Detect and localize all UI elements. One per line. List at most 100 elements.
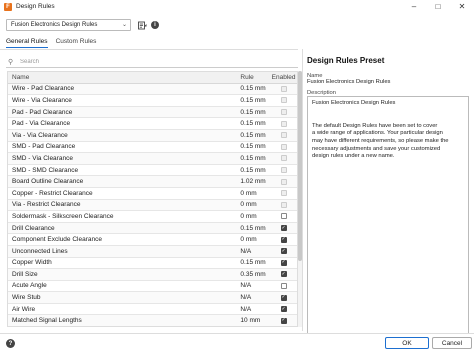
tab-general-rules[interactable]: General Rules xyxy=(6,38,48,48)
enabled-checkbox[interactable]: ✓ xyxy=(280,236,287,243)
enabled-checkbox xyxy=(280,109,287,116)
rule-name: Matched Signal Lengths xyxy=(12,317,82,325)
rule-value[interactable]: 0.15 mm xyxy=(238,85,270,92)
table-row[interactable]: Air Wire N/A ✓ xyxy=(8,304,297,316)
table-row[interactable]: Drill Size 0.35 mm ✓ xyxy=(8,269,297,281)
search-icon: ⚲ xyxy=(8,58,14,66)
enabled-checkbox[interactable]: ✓ xyxy=(280,225,287,232)
maximize-icon[interactable]: □ xyxy=(426,0,450,13)
enabled-checkbox[interactable] xyxy=(280,282,287,289)
enabled-cell: ✓ xyxy=(270,294,297,301)
rule-value[interactable]: 0 mm xyxy=(238,236,270,243)
rule-value[interactable]: 0 mm xyxy=(238,201,270,208)
enabled-checkbox xyxy=(280,178,287,185)
ok-button[interactable]: OK xyxy=(385,337,429,349)
table-row[interactable]: Copper Width 0.15 mm ✓ xyxy=(8,258,297,270)
table-row[interactable]: SMD - SMD Clearance 0.15 mm xyxy=(8,165,297,177)
enabled-checkbox[interactable]: ✓ xyxy=(280,271,287,278)
rule-value[interactable]: 0.15 mm xyxy=(238,109,270,116)
preset-manage-icon[interactable] xyxy=(137,20,147,30)
table-row[interactable]: Acute Angle N/A xyxy=(8,281,297,293)
enabled-cell: ✓ xyxy=(270,225,297,232)
table-row[interactable]: SMD - Via Clearance 0.15 mm xyxy=(8,153,297,165)
rule-value[interactable]: 0 mm xyxy=(238,190,270,197)
rule-name: Copper Width xyxy=(12,259,52,267)
cancel-button[interactable]: Cancel xyxy=(432,337,472,349)
column-header-enabled[interactable]: Enabled xyxy=(270,74,297,81)
rule-value[interactable]: 0.15 mm xyxy=(238,120,270,127)
enabled-cell: ✓ xyxy=(270,259,297,266)
dialog-footer: ? OK Cancel xyxy=(0,333,474,353)
enabled-checkbox[interactable]: ✓ xyxy=(280,317,287,324)
enabled-cell xyxy=(270,97,297,104)
rules-table: Name Rule Enabled Wire - Pad Clearance 0.… xyxy=(7,71,298,327)
enabled-checkbox xyxy=(280,97,287,104)
table-row[interactable]: Via - Via Clearance 0.15 mm xyxy=(8,129,297,142)
enabled-checkbox[interactable]: ✓ xyxy=(280,306,287,313)
enabled-checkbox xyxy=(280,155,287,162)
column-header-rule[interactable]: Rule xyxy=(238,74,270,81)
table-row[interactable]: Drill Clearance 0.15 mm ✓ xyxy=(8,222,297,235)
enabled-checkbox[interactable]: ✓ xyxy=(280,259,287,266)
table-row[interactable]: Copper - Restrict Clearance 0 mm xyxy=(8,188,297,200)
rule-name: Pad - Pad Clearance xyxy=(12,108,73,116)
rule-value[interactable]: N/A xyxy=(238,248,270,255)
table-row[interactable]: Wire - Pad Clearance 0.15 mm xyxy=(8,83,297,96)
rule-value[interactable]: 0.15 mm xyxy=(238,167,270,174)
table-row[interactable]: Via - Restrict Clearance 0 mm xyxy=(8,199,297,212)
rule-value[interactable]: 0.15 mm xyxy=(238,225,270,232)
rule-value[interactable]: 0.15 mm xyxy=(238,143,270,150)
info-icon[interactable]: i xyxy=(151,21,159,29)
preset-dropdown[interactable]: Fusion Electronics Design Rules ⌄ xyxy=(6,19,131,31)
table-row[interactable]: Pad - Via Clearance 0.15 mm xyxy=(8,118,297,130)
table-row[interactable]: Board Outline Clearance 1.02 mm xyxy=(8,176,297,188)
table-row[interactable]: Soldermask - Silkscreen Clearance 0 mm xyxy=(8,211,297,223)
table-row[interactable]: Wire - Via Clearance 0.15 mm xyxy=(8,95,297,107)
search-input[interactable] xyxy=(20,58,270,65)
rule-name: Board Outline Clearance xyxy=(12,178,84,186)
rule-name: SMD - Via Clearance xyxy=(12,154,73,162)
app-icon: F xyxy=(4,2,12,11)
rule-value[interactable]: N/A xyxy=(238,294,270,301)
minimize-icon[interactable]: – xyxy=(402,0,426,13)
help-icon[interactable]: ? xyxy=(6,339,15,348)
window-controls: – □ ✕ xyxy=(402,0,474,13)
table-row[interactable]: Unconnected Lines N/A ✓ xyxy=(8,245,297,258)
tab-custom-rules[interactable]: Custom Rules xyxy=(56,38,97,48)
rule-value[interactable]: 0.15 mm xyxy=(238,132,270,139)
enabled-cell: ✓ xyxy=(270,317,297,324)
rule-value[interactable]: 0.15 mm xyxy=(238,97,270,104)
enabled-checkbox[interactable] xyxy=(280,213,287,220)
close-icon[interactable]: ✕ xyxy=(450,0,474,13)
rule-name: Wire - Via Clearance xyxy=(12,96,72,104)
description-textarea[interactable]: Fusion Electronics Design Rules The defa… xyxy=(307,96,469,352)
table-row[interactable]: Matched Signal Lengths 10 mm ✓ xyxy=(8,315,297,326)
title-bar: F Design Rules – □ ✕ xyxy=(0,0,474,13)
rule-value[interactable]: 10 mm xyxy=(238,317,270,324)
enabled-checkbox xyxy=(280,201,287,208)
rule-value[interactable]: N/A xyxy=(238,306,270,313)
table-row[interactable]: Component Exclude Clearance 0 mm ✓ xyxy=(8,234,297,246)
rule-value[interactable]: 1.02 mm xyxy=(238,178,270,185)
enabled-cell xyxy=(270,109,297,116)
enabled-checkbox xyxy=(280,143,287,150)
table-row[interactable]: Wire Stub N/A ✓ xyxy=(8,292,297,304)
rule-value[interactable]: 0 mm xyxy=(238,213,270,220)
enabled-cell xyxy=(270,143,297,150)
rule-value[interactable]: N/A xyxy=(238,282,270,289)
rule-value[interactable]: 0.35 mm xyxy=(238,271,270,278)
rule-name: Unconnected Lines xyxy=(12,247,68,255)
table-row[interactable]: Pad - Pad Clearance 0.15 mm xyxy=(8,106,297,119)
enabled-cell: ✓ xyxy=(270,236,297,243)
table-row[interactable]: SMD - Pad Clearance 0.15 mm xyxy=(8,142,297,154)
rule-value[interactable]: 0.15 mm xyxy=(238,155,270,162)
enabled-checkbox[interactable]: ✓ xyxy=(280,248,287,255)
rule-value[interactable]: 0.15 mm xyxy=(238,259,270,266)
chevron-down-icon: ⌄ xyxy=(121,22,127,28)
table-header: Name Rule Enabled xyxy=(8,72,297,84)
column-header-name[interactable]: Name xyxy=(8,74,238,81)
window-title: Design Rules xyxy=(16,3,55,10)
enabled-checkbox xyxy=(280,132,287,139)
preset-toolbar: Fusion Electronics Design Rules ⌄ i xyxy=(6,19,159,31)
enabled-checkbox[interactable]: ✓ xyxy=(280,294,287,301)
